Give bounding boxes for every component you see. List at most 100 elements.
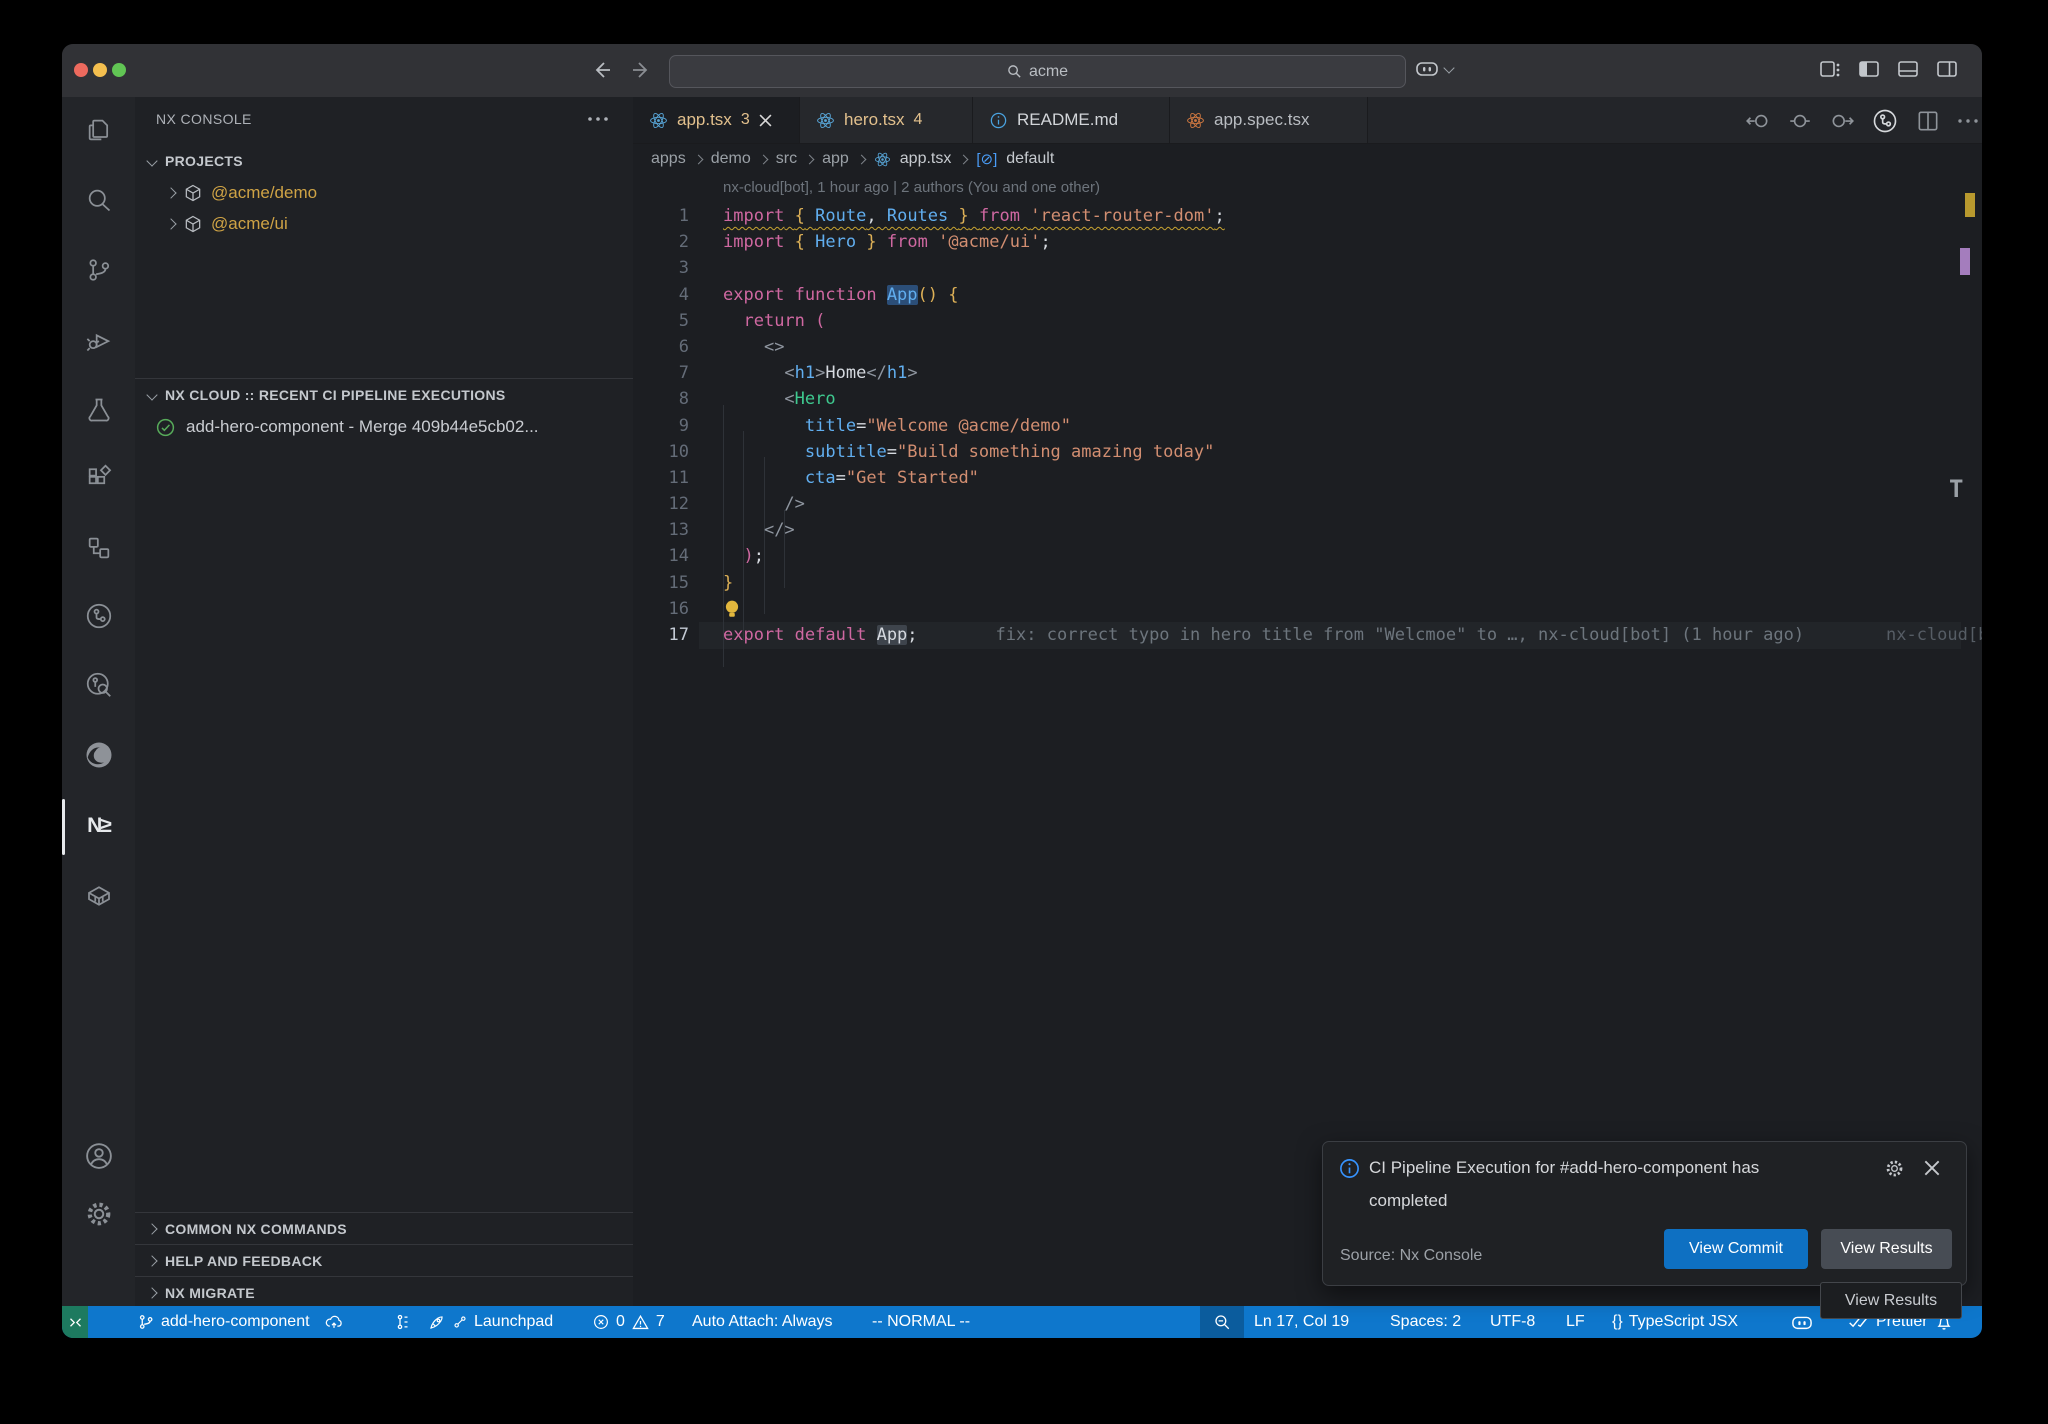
project-item-acme-ui[interactable]: @acme/ui bbox=[135, 208, 633, 239]
notification-close-icon[interactable] bbox=[1924, 1160, 1940, 1176]
code-line[interactable]: return ( bbox=[723, 308, 1804, 334]
breadcrumb[interactable]: apps demo src app app.tsx [⊘] default bbox=[651, 143, 1054, 175]
code-line[interactable]: subtitle="Build something amazing today" bbox=[723, 439, 1804, 465]
commit-graph-status-item[interactable] bbox=[394, 1306, 412, 1338]
command-center-search[interactable]: acme bbox=[669, 55, 1406, 88]
activity-gitlens-inspect[interactable] bbox=[62, 660, 135, 710]
breadcrumb-item[interactable]: app bbox=[822, 150, 849, 168]
activity-gitlens[interactable] bbox=[62, 591, 135, 641]
activity-edge-browser[interactable] bbox=[62, 730, 135, 780]
remote-indicator[interactable] bbox=[62, 1306, 88, 1338]
code-line[interactable]: import { Route, Routes } from 'react-rou… bbox=[723, 203, 1804, 229]
tab-app-tsx[interactable]: app.tsx 3 bbox=[633, 97, 800, 143]
tab-readme-md[interactable]: README.md bbox=[973, 97, 1170, 143]
react-test-file-icon bbox=[1186, 111, 1205, 130]
code-line[interactable] bbox=[723, 596, 1804, 622]
code-area[interactable]: import { Route, Routes } from 'react-rou… bbox=[723, 203, 1804, 648]
breadcrumb-item[interactable]: src bbox=[776, 150, 797, 168]
section-common-nx-commands[interactable]: COMMON NX COMMANDS bbox=[135, 1212, 633, 1244]
launchpad-status-item[interactable]: Launchpad bbox=[427, 1306, 553, 1338]
language-mode-status-item[interactable]: {} TypeScript JSX bbox=[1612, 1306, 1738, 1338]
current-change-icon[interactable] bbox=[1787, 108, 1813, 134]
toggle-secondary-sidebar-icon[interactable] bbox=[1935, 57, 1959, 81]
activity-settings[interactable] bbox=[62, 1189, 135, 1239]
code-line[interactable]: export function App() { bbox=[723, 282, 1804, 308]
branch-label: add-hero-component bbox=[161, 1306, 310, 1338]
code-line[interactable]: <> bbox=[723, 334, 1804, 360]
code-line[interactable]: <Hero bbox=[723, 386, 1804, 412]
pipeline-execution-item[interactable]: add-hero-component - Merge 409b44e5cb02.… bbox=[135, 411, 633, 443]
tab-hero-tsx[interactable]: hero.tsx 4 bbox=[800, 97, 973, 143]
more-actions-icon[interactable] bbox=[1957, 117, 1979, 125]
code-line[interactable]: cta="Get Started" bbox=[723, 465, 1804, 491]
indentation-status-item[interactable]: Spaces: 2 bbox=[1390, 1306, 1461, 1338]
activity-containers[interactable] bbox=[62, 871, 135, 921]
activity-extensions[interactable] bbox=[62, 453, 135, 503]
breadcrumb-item[interactable]: demo bbox=[711, 150, 751, 168]
more-actions-icon[interactable] bbox=[587, 115, 609, 123]
screencast-zoom-item[interactable] bbox=[1200, 1306, 1244, 1338]
activity-explorer[interactable] bbox=[62, 105, 135, 155]
close-window-button[interactable] bbox=[74, 63, 88, 77]
code-line[interactable]: <h1>Home</h1> bbox=[723, 360, 1804, 386]
view-commit-button[interactable]: View Commit bbox=[1664, 1229, 1808, 1269]
code-line[interactable]: title="Welcome @acme/demo" bbox=[723, 413, 1804, 439]
activity-references[interactable] bbox=[62, 523, 135, 573]
navigate-back-icon[interactable] bbox=[590, 58, 614, 82]
eol-status-item[interactable]: LF bbox=[1566, 1306, 1585, 1338]
breadcrumb-symbol[interactable]: default bbox=[1006, 150, 1054, 168]
previous-change-icon[interactable] bbox=[1745, 108, 1771, 134]
close-tab-icon[interactable] bbox=[759, 114, 772, 127]
copilot-menu[interactable] bbox=[1414, 57, 1453, 79]
encoding-status-item[interactable]: UTF-8 bbox=[1490, 1306, 1535, 1338]
nx-console-icon: N≥ bbox=[87, 814, 110, 838]
section-projects[interactable]: PROJECTS bbox=[135, 145, 633, 177]
auto-attach-status-item[interactable]: Auto Attach: Always bbox=[692, 1306, 833, 1338]
code-line[interactable]: /> bbox=[723, 491, 1804, 517]
lightbulb-icon[interactable] bbox=[723, 599, 741, 619]
split-editor-icon[interactable] bbox=[1915, 108, 1941, 134]
toggle-panel-icon[interactable] bbox=[1896, 57, 1920, 81]
project-label: @acme/demo bbox=[211, 183, 317, 203]
code-line[interactable] bbox=[723, 255, 1804, 281]
launchpad-label: Launchpad bbox=[474, 1306, 553, 1338]
customize-layout-icon[interactable] bbox=[1818, 57, 1842, 81]
cursor-position-status-item[interactable]: Ln 17, Col 19 bbox=[1254, 1306, 1349, 1338]
copilot-status-item[interactable] bbox=[1790, 1306, 1814, 1338]
activity-source-control[interactable] bbox=[62, 245, 135, 295]
activity-search[interactable] bbox=[62, 175, 135, 225]
code-line[interactable]: export default App;fix: correct typo in … bbox=[723, 622, 1804, 648]
code-line[interactable]: } bbox=[723, 570, 1804, 596]
code-line[interactable]: ); bbox=[723, 543, 1804, 569]
activity-testing[interactable] bbox=[62, 385, 135, 435]
view-results-tooltip: View Results bbox=[1820, 1282, 1962, 1319]
warnings-icon bbox=[631, 1313, 650, 1332]
view-results-button[interactable]: View Results bbox=[1821, 1229, 1952, 1269]
section-help-and-feedback[interactable]: HELP AND FEEDBACK bbox=[135, 1244, 633, 1276]
link-icon bbox=[452, 1314, 468, 1330]
notification-settings-icon[interactable] bbox=[1884, 1158, 1905, 1179]
breadcrumb-item[interactable]: apps bbox=[651, 150, 686, 168]
problems-status-item[interactable]: 0 7 bbox=[592, 1306, 665, 1338]
breadcrumb-file[interactable]: app.tsx bbox=[900, 150, 952, 168]
toggle-sidebar-icon[interactable] bbox=[1857, 57, 1881, 81]
code-line[interactable]: </> bbox=[723, 517, 1804, 543]
branch-status-item[interactable]: add-hero-component bbox=[137, 1306, 344, 1338]
tab-app-spec-tsx[interactable]: app.spec.tsx bbox=[1170, 97, 1368, 143]
next-change-icon[interactable] bbox=[1829, 108, 1855, 134]
zoom-window-button[interactable] bbox=[112, 63, 126, 77]
react-file-icon bbox=[874, 151, 891, 168]
chevron-right-icon bbox=[165, 218, 176, 229]
activity-accounts[interactable] bbox=[62, 1131, 135, 1181]
section-nx-cloud[interactable]: NX CLOUD :: RECENT CI PIPELINE EXECUTION… bbox=[135, 378, 633, 410]
activity-run-debug[interactable] bbox=[62, 315, 135, 365]
navigate-forward-icon[interactable] bbox=[629, 58, 653, 82]
section-nx-migrate[interactable]: NX MIGRATE bbox=[135, 1276, 633, 1308]
activity-nx-console[interactable]: N≥ bbox=[62, 801, 135, 851]
minimize-window-button[interactable] bbox=[93, 63, 107, 77]
project-item-acme-demo[interactable]: @acme/demo bbox=[135, 177, 633, 208]
rocket-icon bbox=[427, 1313, 446, 1332]
vim-mode-status-item[interactable]: -- NORMAL -- bbox=[872, 1306, 970, 1338]
code-line[interactable]: import { Hero } from '@acme/ui'; bbox=[723, 229, 1804, 255]
commit-graph-icon[interactable] bbox=[1871, 107, 1899, 135]
